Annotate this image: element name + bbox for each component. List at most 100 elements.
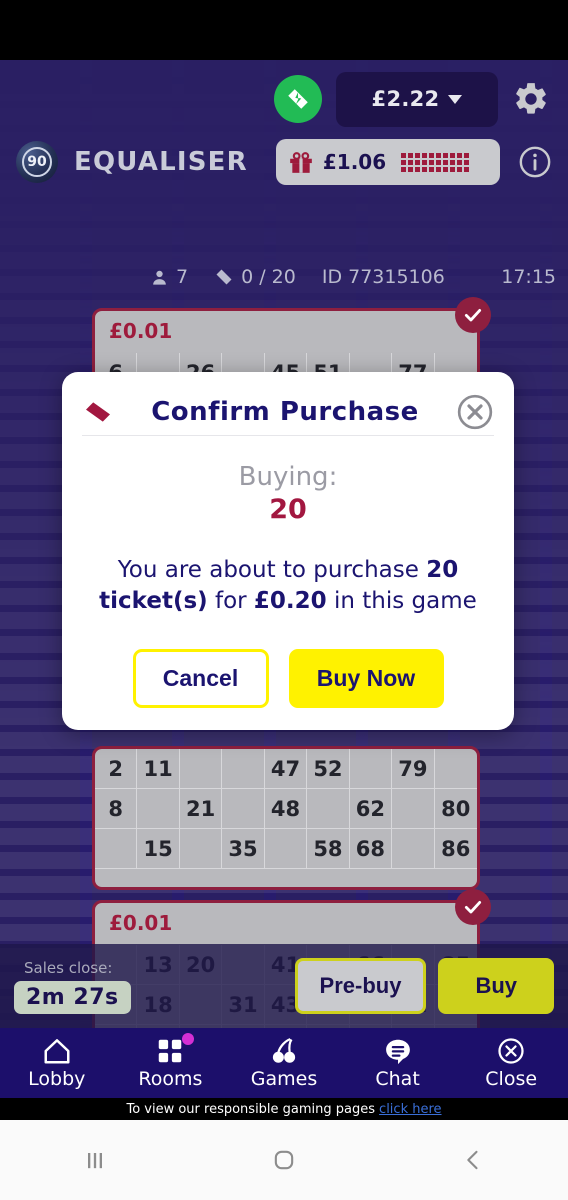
bingo-ball-number: 90	[22, 147, 52, 177]
gift-icon	[290, 152, 312, 173]
header-game-row: 90 EQUALISER £1.06	[0, 134, 568, 190]
responsible-gaming-strip: To view our responsible gaming pages cli…	[0, 1098, 568, 1120]
ticket-cell: 35	[222, 829, 265, 869]
ticket-bolt-badge[interactable]	[274, 75, 322, 123]
balance-amount: £2.22	[371, 87, 440, 111]
ticket-selected-check-icon[interactable]	[455, 889, 491, 925]
dialog-header: Confirm Purchase	[82, 388, 494, 436]
cherries-icon	[272, 1038, 296, 1063]
msg-part-4: in this game	[326, 588, 477, 615]
ticket-bolt-icon	[86, 401, 110, 422]
dialog-buttons: Cancel Buy Now	[82, 649, 494, 709]
ticket-cell	[434, 749, 477, 789]
table-row[interactable]: 2 11 47 52 79 8 21 48 62 80 15 35 58 68 …	[92, 746, 480, 890]
ticket-cell	[179, 829, 223, 869]
ticket-cell: 47	[264, 749, 308, 789]
ticket-cell	[392, 829, 435, 869]
ticket-cell: 58	[307, 829, 350, 869]
responsible-gaming-link[interactable]: click here	[379, 1102, 441, 1117]
ticket-cell	[137, 789, 180, 829]
ticket-cell: 79	[392, 749, 435, 789]
jackpot-gift-bar[interactable]: £1.06	[275, 139, 500, 185]
ticket-cell	[307, 789, 350, 829]
msg-price: £0.20	[253, 588, 327, 615]
ticket-cell: 52	[307, 749, 350, 789]
sales-close-label: Sales close:	[24, 958, 113, 977]
gift-amount: £1.06	[322, 150, 387, 174]
msg-tickets-word: ticket(s)	[99, 588, 208, 615]
header-top-row: £2.22	[0, 68, 568, 130]
ticket-cell: 21	[179, 789, 223, 829]
ticket-cell: 86	[434, 829, 477, 869]
ticket-selected-check-icon[interactable]	[455, 297, 491, 333]
buy-now-button[interactable]: Buy Now	[288, 649, 444, 709]
bingo-ball-icon: 90	[16, 141, 58, 183]
ticket-cell: 62	[349, 789, 393, 829]
home-icon	[44, 1039, 70, 1064]
purchase-action-bar: Sales close: 2m 27s Pre-buy Buy	[0, 944, 568, 1028]
ticket-grid: 2 11 47 52 79 8 21 48 62 80 15 35 58 68 …	[95, 749, 477, 869]
screen-root: £2.22 90 EQUALISER £1.06 7 0 / 20 ID 773…	[0, 0, 568, 1200]
ticket-cell	[179, 749, 223, 789]
ticket-cell: 80	[434, 789, 477, 829]
page-title: EQUALISER	[74, 147, 248, 177]
ticket-cell: 8	[95, 789, 138, 829]
ticket-cell: 68	[349, 829, 393, 869]
ticket-bolt-icon	[288, 89, 308, 109]
android-status-bar	[0, 0, 568, 60]
responsible-gaming-text: To view our responsible gaming pages	[126, 1101, 376, 1117]
ticket-cell	[222, 749, 265, 789]
android-recents-button[interactable]	[65, 1140, 125, 1180]
back-chevron-icon	[467, 1150, 478, 1170]
dialog-title: Confirm Purchase	[151, 396, 419, 427]
nav-item-chat[interactable]: Chat	[348, 1036, 448, 1090]
msg-quantity: 20	[426, 557, 459, 583]
nav-item-close[interactable]: Close	[461, 1036, 561, 1090]
chevron-down-icon	[448, 94, 463, 104]
nav-item-games[interactable]: Games	[234, 1036, 334, 1090]
buying-label: Buying:	[238, 462, 338, 492]
nav-label: Close	[485, 1068, 538, 1090]
ticket-cell	[392, 789, 435, 829]
nav-label: Rooms	[138, 1068, 203, 1090]
ticket-cell: 15	[137, 829, 180, 869]
msg-part-1: You are about to purchase	[117, 557, 427, 583]
confirm-purchase-dialog: Confirm Purchase Buying: 20 You are abou…	[62, 372, 514, 731]
ticket-price: £0.01	[109, 319, 173, 343]
balance-chip[interactable]: £2.22	[336, 71, 498, 127]
ticket-price: £0.01	[109, 911, 173, 935]
purchase-message: You are about to purchase 20 ticket(s) f…	[82, 555, 494, 617]
action-buttons: Pre-buy Buy	[294, 958, 554, 1014]
msg-part-3: for	[207, 588, 254, 615]
android-back-button[interactable]	[443, 1140, 503, 1180]
ticket-cell	[95, 829, 138, 869]
ticket-cell: 2	[95, 749, 138, 789]
nav-label: Games	[250, 1068, 318, 1090]
android-home-button[interactable]	[254, 1140, 314, 1180]
ticket-cell	[264, 829, 308, 869]
sales-close-block: Sales close: 2m 27s	[14, 959, 131, 1014]
nav-item-rooms[interactable]: Rooms	[120, 1033, 220, 1090]
home-square-icon	[274, 1150, 294, 1170]
close-icon[interactable]	[456, 393, 494, 431]
chat-bubble-icon	[385, 1039, 410, 1065]
ticket-cell	[349, 749, 393, 789]
buy-button[interactable]: Buy	[438, 958, 554, 1014]
jackpot-progress-dots	[401, 152, 470, 172]
info-icon[interactable]	[518, 145, 552, 179]
buying-value: 20	[269, 494, 307, 525]
nav-label: Chat	[375, 1068, 420, 1090]
cancel-button[interactable]: Cancel	[132, 649, 269, 709]
nav-badge-dot	[182, 1033, 195, 1045]
nav-label: Lobby	[28, 1068, 86, 1090]
android-navigation-bar	[0, 1120, 568, 1200]
recents-icon	[87, 1153, 102, 1169]
nav-item-lobby[interactable]: Lobby	[7, 1036, 107, 1090]
prebuy-button[interactable]: Pre-buy	[294, 958, 427, 1014]
bottom-navigation: Lobby Rooms Games Chat Close	[0, 1028, 568, 1098]
ticket-cell: 11	[137, 749, 180, 789]
close-circle-icon	[498, 1038, 524, 1064]
ticket-cell	[222, 789, 265, 829]
gear-icon[interactable]	[512, 80, 550, 118]
sales-close-timer: 2m 27s	[14, 980, 131, 1014]
